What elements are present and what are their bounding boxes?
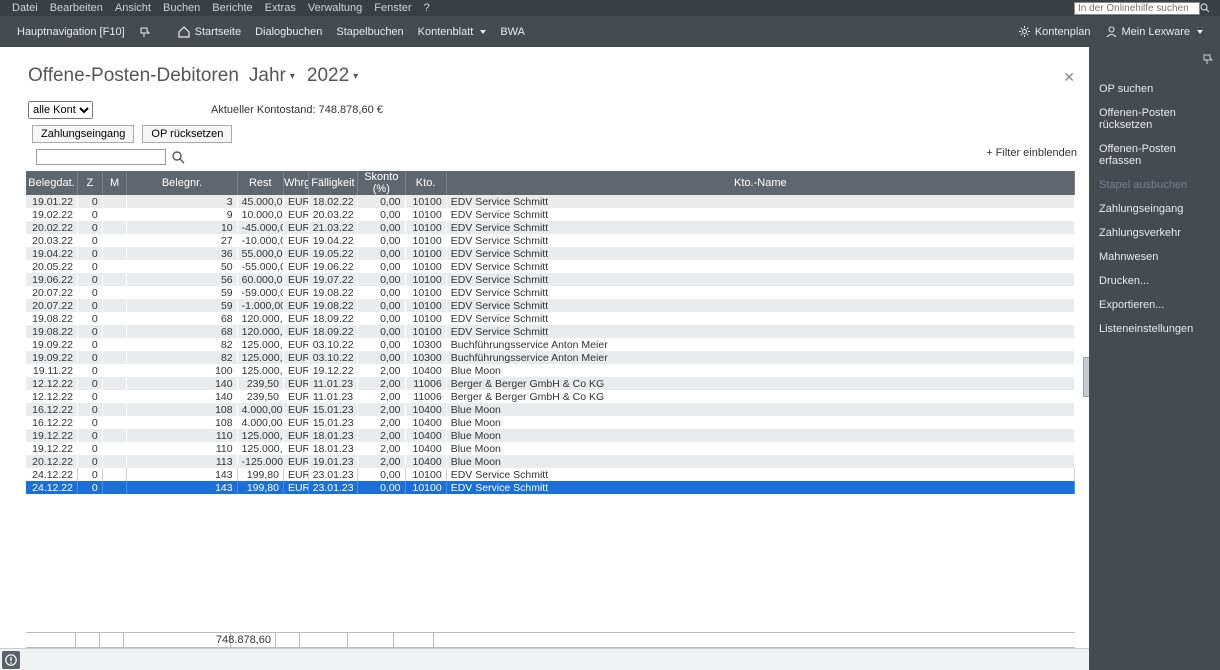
right-panel: OP suchenOffenen-Posten rücksetzenOffene…	[1089, 47, 1220, 670]
table-row[interactable]: 12.12.220140239,50EUR11.01.232,0011006Be…	[26, 390, 1075, 403]
menu-bearbeiten[interactable]: Bearbeiten	[44, 2, 109, 14]
menubar: Datei Bearbeiten Ansicht Buchen Berichte…	[0, 0, 1220, 16]
year-value-dropdown-icon[interactable]: ▾	[353, 71, 358, 82]
table-row[interactable]: 19.06.2205660.000,00EUR19.07.220,0010100…	[26, 273, 1075, 286]
right-panel-item[interactable]: Listeneinstellungen	[1089, 317, 1220, 341]
search-icon	[1200, 3, 1210, 13]
page-header: Offene-Posten-Debitoren Jahr ▾ 2022 ▾ ✕	[0, 47, 1089, 99]
menu-help[interactable]: ?	[418, 2, 436, 14]
table-row[interactable]: 20.07.22059-1.000,00EUR19.08.220,0010100…	[26, 299, 1075, 312]
col-header[interactable]: M	[102, 171, 127, 195]
table-search-button[interactable]	[172, 151, 185, 164]
menu-verwaltung[interactable]: Verwaltung	[302, 2, 368, 14]
toolbar: Hauptnavigation [F10] Startseite Dialogb…	[0, 16, 1220, 47]
menu-buchen[interactable]: Buchen	[157, 2, 206, 14]
table-row[interactable]: 19.04.2203655.000,00EUR19.05.220,0010100…	[26, 247, 1075, 260]
table-search-input[interactable]	[36, 149, 166, 165]
help-search-input[interactable]	[1074, 2, 1200, 15]
table-row[interactable]: 24.12.220143199,80EUR23.01.230,0010100ED…	[26, 468, 1075, 481]
table-row[interactable]: 19.09.22082125.000,00EUR03.10.220,001030…	[26, 338, 1075, 351]
right-panel-item[interactable]: Zahlungsverkehr	[1089, 221, 1220, 245]
table-row[interactable]: 20.02.22010-45.000,00EUR21.03.220,001010…	[26, 221, 1075, 234]
gear-icon	[1018, 25, 1031, 38]
stapelbuchen-button[interactable]: Stapelbuchen	[329, 26, 410, 38]
right-panel-item: Stapel ausbuchen	[1089, 173, 1220, 197]
right-panel-item[interactable]: Drucken...	[1089, 269, 1220, 293]
status-alert-icon[interactable]	[2, 651, 20, 669]
right-panel-item[interactable]: Offenen-Posten erfassen	[1089, 137, 1220, 173]
page-title: Offene-Posten-Debitoren	[28, 65, 239, 87]
year-dropdown-icon[interactable]: ▾	[290, 71, 295, 82]
menu-extras[interactable]: Extras	[259, 2, 302, 14]
status-bar	[0, 648, 1089, 670]
filter-toggle[interactable]: + Filter einblenden	[986, 147, 1077, 159]
pin-panel-icon[interactable]	[1202, 53, 1214, 65]
menu-berichte[interactable]: Berichte	[206, 2, 258, 14]
sum-total: 748.878,60	[231, 633, 276, 647]
kontenplan-button[interactable]: Kontenplan	[1011, 25, 1098, 38]
table-row[interactable]: 16.12.2201084.000,00EUR15.01.232,0010400…	[26, 403, 1075, 416]
account-filter-dropdown[interactable]: alle Konten	[28, 101, 93, 119]
home-icon	[177, 25, 191, 39]
op-ruecksetzen-button[interactable]: OP rücksetzen	[142, 125, 232, 143]
kontenblatt-dropdown[interactable]: Kontenblatt	[411, 26, 494, 38]
menu-fenster[interactable]: Fenster	[368, 2, 417, 14]
right-panel-item[interactable]: Exportieren...	[1089, 293, 1220, 317]
col-header[interactable]: Belegnr.	[127, 171, 237, 195]
col-header[interactable]: Whrg	[283, 171, 308, 195]
table-row[interactable]: 20.07.22059-59.000,00EUR19.08.220,001010…	[26, 286, 1075, 299]
table-row[interactable]: 20.03.22027-10.000,00EUR19.04.220,001010…	[26, 234, 1075, 247]
table-row[interactable]: 19.12.220110125.000,00EUR18.01.232,00104…	[26, 442, 1075, 455]
table-row[interactable]: 24.12.220143199,80EUR23.01.230,0010100ED…	[26, 481, 1075, 494]
col-header[interactable]: Rest	[237, 171, 283, 195]
col-header[interactable]: Skonto (%)	[358, 171, 405, 195]
right-panel-item[interactable]: Mahnwesen	[1089, 245, 1220, 269]
sum-row: 748.878,60	[26, 632, 1075, 648]
help-search-button[interactable]	[1200, 3, 1214, 13]
table-row[interactable]: 20.05.22050-55.000,00EUR19.06.220,001010…	[26, 260, 1075, 273]
balance-label: Aktueller Kontostand: 748.878,60 €	[211, 104, 383, 116]
open-items-table[interactable]: Belegdat.ZMBelegnr.RestWhrgFälligkeitSko…	[26, 171, 1075, 494]
table-row[interactable]: 19.01.220345.000,00EUR18.02.220,0010100E…	[26, 195, 1075, 208]
col-header[interactable]: Kto.-Name	[446, 171, 1074, 195]
mein-lexware-dropdown[interactable]: Mein Lexware	[1098, 25, 1210, 38]
zahlungseingang-button[interactable]: Zahlungseingang	[32, 125, 134, 143]
search-icon	[172, 151, 185, 164]
table-row[interactable]: 19.08.22068120.000,00EUR18.09.220,001010…	[26, 312, 1075, 325]
col-header[interactable]: Fälligkeit	[308, 171, 357, 195]
pin-icon[interactable]	[132, 26, 158, 38]
year-label: Jahr	[249, 65, 286, 87]
close-button[interactable]: ✕	[1063, 69, 1075, 86]
right-panel-item[interactable]: OP suchen	[1089, 77, 1220, 101]
right-panel-item[interactable]: Offenen-Posten rücksetzen	[1089, 101, 1220, 137]
table-row[interactable]: 12.12.220140239,50EUR11.01.232,0011006Be…	[26, 377, 1075, 390]
menu-ansicht[interactable]: Ansicht	[109, 2, 157, 14]
hauptnavigation-button[interactable]: Hauptnavigation [F10]	[10, 26, 132, 38]
table-row[interactable]: 19.11.220100125.000,00EUR19.12.222,00104…	[26, 364, 1075, 377]
table-row[interactable]: 19.08.22068120.000,00EUR18.09.220,001010…	[26, 325, 1075, 338]
table-row[interactable]: 20.12.220113-125.000,00EUR19.01.232,0010…	[26, 455, 1075, 468]
table-row[interactable]: 16.12.2201084.000,00EUR15.01.232,0010400…	[26, 416, 1075, 429]
year-value[interactable]: 2022	[307, 65, 349, 87]
right-panel-item[interactable]: Zahlungseingang	[1089, 197, 1220, 221]
table-row[interactable]: 19.09.22082125.000,00EUR03.10.220,001030…	[26, 351, 1075, 364]
table-row[interactable]: 19.12.220110125.000,00EUR18.01.232,00104…	[26, 429, 1075, 442]
col-header[interactable]: Z	[77, 171, 102, 195]
dialogbuchen-button[interactable]: Dialogbuchen	[248, 26, 329, 38]
table-row[interactable]: 19.02.220910.000,00EUR20.03.220,0010100E…	[26, 208, 1075, 221]
col-header[interactable]: Belegdat.	[26, 171, 77, 195]
startseite-button[interactable]: Startseite	[170, 25, 248, 39]
bwa-button[interactable]: BWA	[493, 26, 532, 38]
user-icon	[1105, 25, 1118, 38]
col-header[interactable]: Kto.	[405, 171, 446, 195]
menu-datei[interactable]: Datei	[6, 2, 44, 14]
